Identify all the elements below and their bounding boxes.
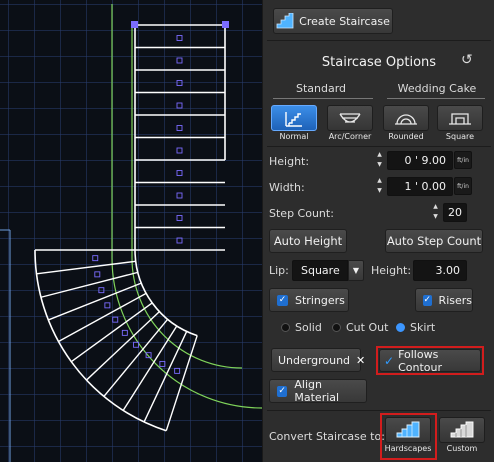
radio-skirt[interactable] bbox=[396, 323, 405, 332]
hardscapes-label: Hardscapes bbox=[384, 444, 432, 453]
follows-contour-toggle[interactable]: ✓ Follows Contour bbox=[379, 347, 481, 374]
lip-select[interactable]: Square bbox=[292, 260, 348, 281]
corner-handle-icon bbox=[131, 21, 138, 28]
radio-cut-out-label: Cut Out bbox=[346, 321, 389, 334]
step-handle-icon bbox=[121, 329, 128, 336]
style-arc-label: Arc/Corner bbox=[328, 132, 372, 141]
radio-solid[interactable] bbox=[281, 323, 290, 332]
custom-stair-icon bbox=[439, 417, 485, 443]
staircase-panel: Create Staircase Staircase Options ↺ Sta… bbox=[262, 0, 494, 462]
risers-check-icon: ✓ bbox=[423, 294, 432, 306]
step-handle-icon bbox=[176, 170, 183, 176]
risers-toggle[interactable]: ✓ Risers bbox=[415, 288, 473, 312]
lip-height-label: Height: bbox=[371, 264, 412, 277]
corner-handle-icon bbox=[222, 21, 229, 28]
stringers-toggle[interactable]: ✓ Stringers bbox=[269, 288, 349, 312]
step-count-label: Step Count: bbox=[269, 207, 334, 220]
step-handle-icon bbox=[174, 367, 181, 374]
align-material-toggle[interactable]: ✓ Align Material bbox=[269, 378, 367, 404]
risers-label: Risers bbox=[438, 293, 472, 307]
arc-stair-icon bbox=[327, 105, 373, 131]
stringers-check-icon: ✓ bbox=[277, 294, 288, 306]
style-square[interactable]: Square bbox=[435, 104, 485, 143]
underground-toggle[interactable]: Underground ✕ bbox=[271, 348, 365, 372]
stair-tread bbox=[48, 282, 142, 321]
options-title: Staircase Options bbox=[321, 55, 437, 70]
step-handle-icon bbox=[159, 360, 166, 367]
create-staircase-label: Create Staircase bbox=[299, 14, 390, 28]
align-material-label: Align Material bbox=[294, 378, 340, 404]
auto-height-button[interactable]: Auto Height bbox=[269, 229, 347, 253]
group-standard-label: Standard bbox=[295, 82, 347, 95]
convert-hardscapes-button[interactable]: Hardscapes bbox=[383, 416, 433, 455]
width-label: Width: bbox=[269, 181, 305, 194]
step-handle-icon bbox=[176, 57, 183, 64]
radio-skirt-label: Skirt bbox=[410, 321, 436, 334]
step-handle-icon bbox=[176, 80, 183, 86]
rounded-stair-icon bbox=[383, 105, 429, 131]
normal-stair-icon bbox=[271, 105, 317, 131]
width-unit[interactable]: ft/in bbox=[454, 177, 472, 195]
style-normal-label: Normal bbox=[279, 132, 309, 141]
square-stair-icon bbox=[437, 105, 483, 131]
width-field[interactable]: 1 ' 0.00 bbox=[387, 177, 453, 196]
follows-contour-label: Follows Contour bbox=[398, 347, 442, 374]
stringers-label: Stringers bbox=[295, 293, 345, 307]
custom-label: Custom bbox=[446, 444, 478, 453]
step-handle-icon bbox=[94, 271, 101, 278]
stair-tread bbox=[40, 271, 139, 298]
underground-label: Underground bbox=[278, 353, 351, 367]
follows-contour-check-icon: ✓ bbox=[384, 353, 395, 368]
staircase-drawing bbox=[0, 4, 262, 462]
stair-tread bbox=[36, 260, 136, 275]
step-handle-icon bbox=[176, 125, 183, 131]
step-handle-icon bbox=[104, 302, 111, 309]
drawing-canvas[interactable] bbox=[0, 0, 262, 462]
reset-icon[interactable]: ↺ bbox=[461, 52, 473, 68]
step-handle-icon bbox=[112, 316, 119, 323]
auto-step-count-button[interactable]: Auto Step Count bbox=[385, 229, 483, 253]
step-handle-icon bbox=[176, 237, 183, 244]
lip-height-field[interactable]: 3.00 bbox=[413, 260, 467, 281]
step-handle-icon bbox=[92, 255, 99, 262]
style-normal[interactable]: Normal bbox=[269, 104, 319, 143]
step-handle-icon bbox=[176, 215, 183, 221]
convert-custom-button[interactable]: Custom bbox=[437, 416, 487, 455]
convert-label: Convert Staircase to: bbox=[269, 430, 385, 443]
create-staircase-button[interactable]: Create Staircase bbox=[273, 8, 393, 34]
staircase-icon bbox=[276, 13, 294, 29]
height-field[interactable]: 0 ' 9.00 bbox=[387, 151, 453, 170]
hardscapes-icon bbox=[385, 417, 431, 443]
stair-inner-arc bbox=[134, 249, 198, 337]
style-square-label: Square bbox=[445, 132, 475, 141]
step-count-field[interactable]: 20 bbox=[443, 203, 467, 222]
step-handle-icon bbox=[176, 102, 183, 109]
align-material-check-icon: ✓ bbox=[277, 385, 288, 397]
radio-solid-label: Solid bbox=[295, 321, 322, 334]
style-rounded[interactable]: Rounded bbox=[381, 104, 431, 143]
height-stepper[interactable]: ▲ ▼ bbox=[375, 151, 384, 169]
step-handle-icon bbox=[176, 192, 183, 199]
lip-dropdown-chevron-icon[interactable]: ▼ bbox=[348, 260, 364, 281]
close-icon: ✕ bbox=[356, 353, 366, 367]
step-count-stepper[interactable]: ▲ ▼ bbox=[431, 203, 440, 221]
step-handle-icon bbox=[176, 147, 183, 154]
height-unit[interactable]: ft/in bbox=[454, 151, 472, 169]
step-handle-icon bbox=[98, 287, 105, 294]
lip-label: Lip: bbox=[269, 264, 289, 277]
width-stepper[interactable]: ▲ ▼ bbox=[375, 177, 384, 195]
height-label: Height: bbox=[269, 155, 310, 168]
style-rounded-label: Rounded bbox=[388, 132, 424, 141]
step-handle-icon bbox=[176, 35, 183, 41]
radio-cut-out[interactable] bbox=[332, 323, 341, 332]
group-wedding-label: Wedding Cake bbox=[397, 82, 477, 95]
style-arc-corner[interactable]: Arc/Corner bbox=[325, 104, 375, 143]
